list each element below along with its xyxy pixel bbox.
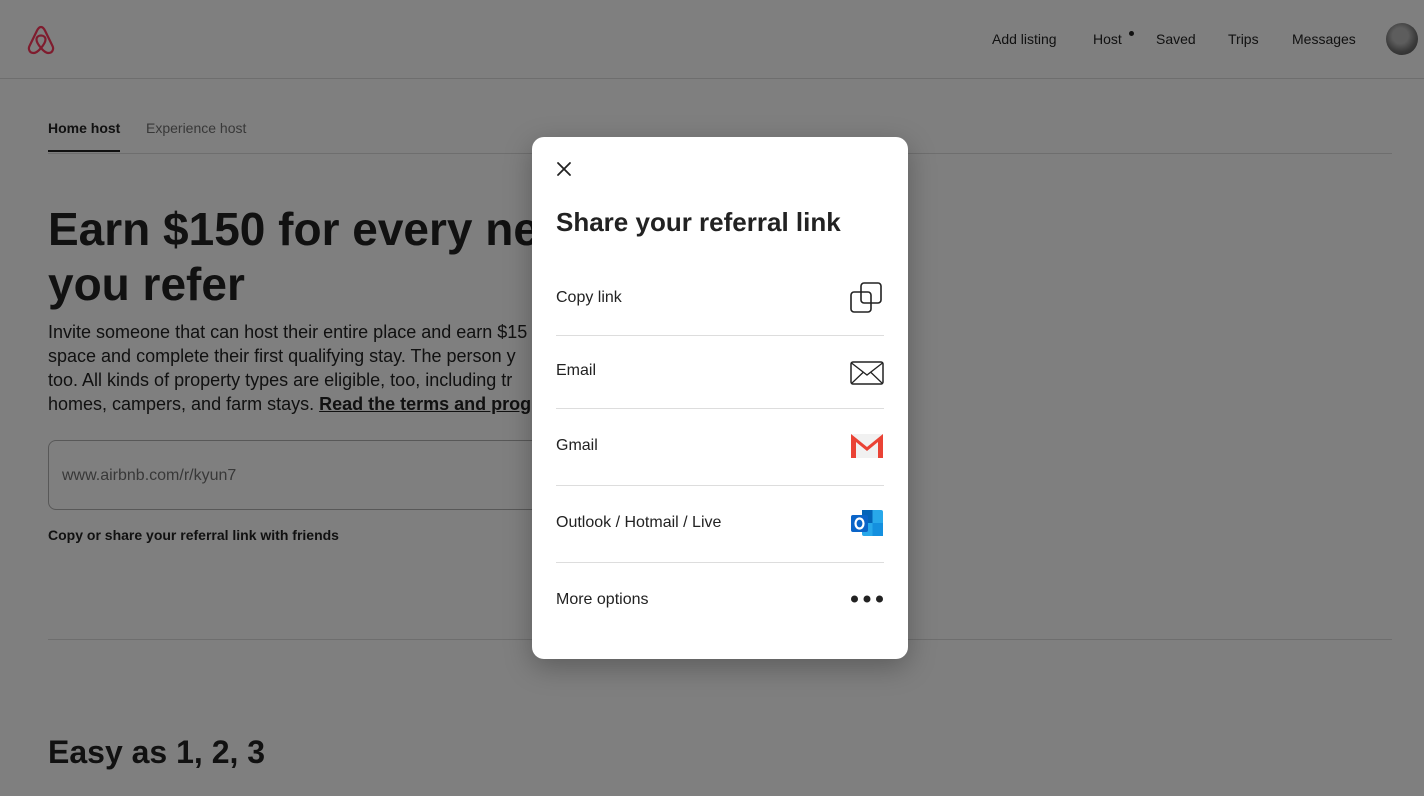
outlook-icon xyxy=(851,510,883,536)
share-option-copy-link[interactable]: Copy link xyxy=(556,263,884,336)
share-referral-modal: Share your referral link Copy link Email… xyxy=(532,137,908,659)
share-option-more[interactable]: More options xyxy=(556,563,884,635)
close-icon[interactable] xyxy=(554,159,574,179)
envelope-icon xyxy=(850,361,884,385)
share-option-label: Email xyxy=(556,362,597,379)
share-option-label: Gmail xyxy=(556,437,598,454)
share-option-gmail[interactable]: Gmail xyxy=(556,409,884,486)
gmail-icon xyxy=(851,434,883,458)
share-option-email[interactable]: Email xyxy=(556,336,884,409)
modal-title: Share your referral link xyxy=(556,207,841,237)
share-option-outlook[interactable]: Outlook / Hotmail / Live xyxy=(556,486,884,563)
share-option-label: Outlook / Hotmail / Live xyxy=(556,514,722,531)
more-icon xyxy=(851,595,883,603)
copy-icon xyxy=(850,282,882,313)
share-option-label: Copy link xyxy=(556,289,622,306)
share-option-label: More options xyxy=(556,591,649,608)
